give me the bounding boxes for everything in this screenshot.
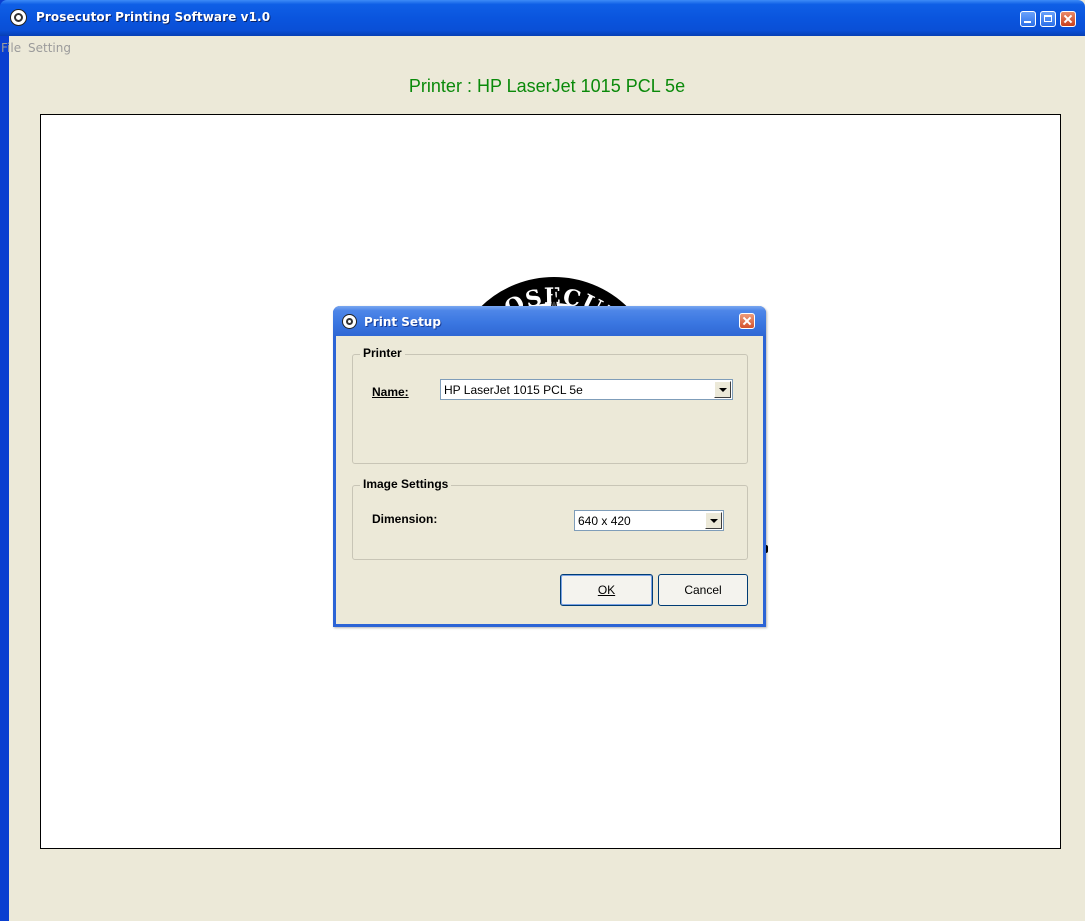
dropdown-arrow-icon[interactable]: [705, 512, 722, 529]
window-title: Prosecutor Printing Software v1.0: [36, 10, 271, 24]
dimension-dropdown[interactable]: 640 x 420: [574, 510, 724, 531]
minimize-icon[interactable]: [1020, 11, 1036, 27]
dialog-close-icon[interactable]: [739, 313, 755, 329]
menu-file[interactable]: File: [1, 41, 21, 55]
app-icon: [342, 314, 357, 329]
image-settings-legend: Image Settings: [360, 477, 452, 491]
image-settings-group: Image Settings Dimension: 640 x 420: [352, 477, 748, 560]
cancel-button-label: Cancel: [684, 583, 722, 597]
ok-button-label: OK: [597, 583, 616, 597]
printer-group-legend: Printer: [360, 346, 405, 360]
printer-group: Printer Name: HP LaserJet 1015 PCL 5e: [352, 346, 748, 464]
print-setup-dialog: Print Setup Printer Name: HP LaserJet 10…: [333, 306, 766, 627]
ok-button[interactable]: OK: [560, 574, 653, 606]
dimension-label: Dimension:: [372, 512, 438, 526]
printer-name-label: Name:: [372, 385, 409, 399]
name-label-text: Name:: [372, 385, 409, 399]
app-icon: [10, 9, 27, 26]
printer-name-value: HP LaserJet 1015 PCL 5e: [444, 383, 583, 397]
printer-heading: Printer : HP LaserJet 1015 PCL 5e: [408, 76, 686, 96]
menu-bar: File Setting: [0, 38, 1085, 56]
dialog-title: Print Setup: [364, 315, 441, 329]
menu-setting[interactable]: Setting: [28, 41, 71, 55]
printer-name-dropdown[interactable]: HP LaserJet 1015 PCL 5e: [440, 379, 733, 400]
dropdown-arrow-icon[interactable]: [714, 381, 731, 398]
dialog-title-bar[interactable]: Print Setup: [333, 306, 766, 336]
title-bar[interactable]: Prosecutor Printing Software v1.0: [0, 0, 1085, 36]
maximize-icon[interactable]: [1040, 11, 1056, 27]
close-icon[interactable]: [1060, 11, 1076, 27]
cancel-button[interactable]: Cancel: [658, 574, 748, 606]
dimension-value: 640 x 420: [578, 514, 631, 528]
